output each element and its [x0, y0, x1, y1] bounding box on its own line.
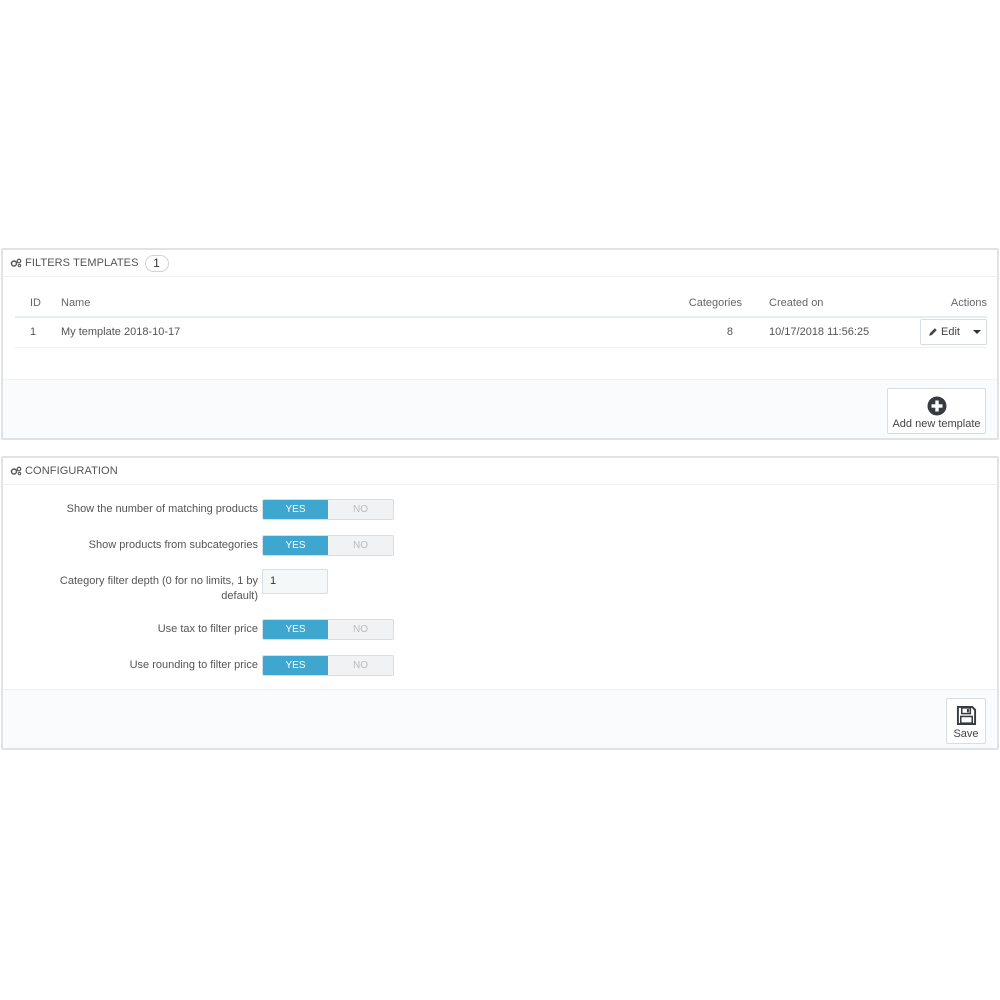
- configuration-panel: CONFIGURATION Show the number of matchin…: [1, 456, 999, 750]
- show-matching-count-switch[interactable]: YES NO: [262, 499, 394, 520]
- show-subcategories-switch[interactable]: YES NO: [262, 535, 394, 556]
- column-header-created-on[interactable]: Created on: [757, 289, 887, 318]
- form-row-category-depth: Category filter depth (0 for no limits, …: [3, 568, 403, 602]
- add-new-template-button[interactable]: Add new template: [887, 388, 986, 434]
- plus-circle-icon: [927, 396, 946, 416]
- use-tax-switch[interactable]: YES NO: [262, 619, 394, 640]
- edit-button[interactable]: Edit: [920, 319, 987, 346]
- column-header-actions: Actions: [887, 289, 987, 318]
- field-label: Use tax to filter price: [157, 623, 258, 635]
- field-label: Show the number of matching products: [66, 503, 258, 515]
- switch-yes[interactable]: YES: [263, 656, 328, 675]
- save-button-label: Save: [953, 728, 979, 740]
- switch-yes[interactable]: YES: [263, 620, 328, 639]
- edit-button-label: Edit: [941, 326, 960, 339]
- panel-title: CONFIGURATION: [25, 465, 118, 477]
- switch-yes[interactable]: YES: [263, 500, 328, 519]
- use-rounding-switch[interactable]: YES NO: [262, 655, 394, 676]
- configuration-heading: CONFIGURATION: [3, 458, 997, 485]
- row-id: 1: [15, 317, 61, 348]
- switch-no[interactable]: NO: [328, 620, 393, 639]
- panel-title: FILTERS TEMPLATES: [25, 257, 139, 269]
- column-header-id[interactable]: ID: [15, 289, 61, 318]
- floppy-disk-icon: [956, 705, 976, 726]
- row-actions: Edit: [887, 317, 987, 348]
- category-depth-input[interactable]: 1: [262, 569, 328, 594]
- switch-yes[interactable]: YES: [263, 536, 328, 555]
- form-row-show-matching-count: Show the number of matching products YES…: [3, 499, 403, 520]
- table-header-row: ID Name Categories Created on Actions: [15, 289, 987, 318]
- switch-no[interactable]: NO: [328, 656, 393, 675]
- column-header-name[interactable]: Name: [61, 289, 637, 318]
- column-header-categories[interactable]: Categories: [637, 289, 757, 318]
- field-label: Use rounding to filter price: [129, 659, 258, 671]
- row-name: My template 2018-10-17: [61, 317, 637, 348]
- switch-no[interactable]: NO: [328, 500, 393, 519]
- gears-icon: [10, 466, 22, 476]
- templates-panel-footer: Add new template: [3, 379, 997, 438]
- filters-templates-heading: FILTERS TEMPLATES 1: [3, 250, 997, 277]
- save-button[interactable]: Save: [946, 698, 986, 744]
- form-row-show-subcategories: Show products from subcategories YES NO: [3, 535, 403, 556]
- form-row-use-rounding: Use rounding to filter price YES NO: [3, 655, 403, 676]
- table-row: 1 My template 2018-10-17 8 10/17/2018 11…: [15, 317, 987, 348]
- field-label: Category filter depth (0 for no limits, …: [59, 575, 258, 602]
- configuration-panel-footer: Save: [3, 689, 997, 748]
- field-label: Show products from subcategories: [88, 539, 258, 551]
- filters-templates-panel: FILTERS TEMPLATES 1 ID Name Categories C…: [1, 248, 999, 440]
- row-categories: 8: [637, 317, 757, 348]
- template-count-badge: 1: [144, 254, 169, 272]
- chevron-down-icon[interactable]: [972, 330, 981, 335]
- form-row-use-tax: Use tax to filter price YES NO: [3, 619, 403, 640]
- row-created-on: 10/17/2018 11:56:25: [757, 317, 887, 348]
- switch-no[interactable]: NO: [328, 536, 393, 555]
- pencil-icon: [929, 328, 937, 336]
- gears-icon: [10, 258, 22, 268]
- templates-table: ID Name Categories Created on Actions 1 …: [15, 289, 987, 348]
- add-new-template-label: Add new template: [892, 418, 981, 430]
